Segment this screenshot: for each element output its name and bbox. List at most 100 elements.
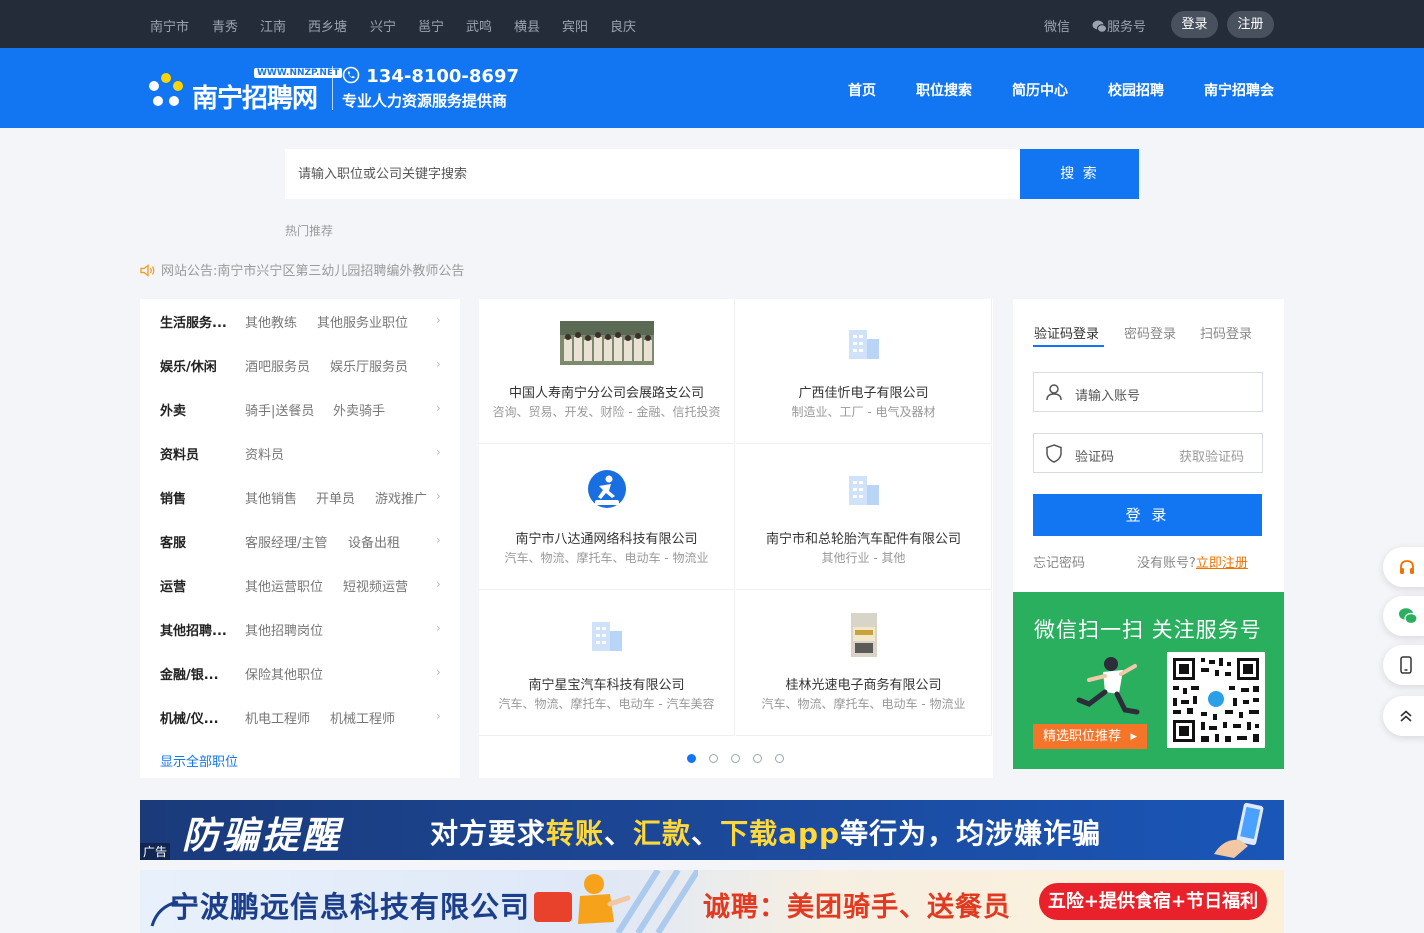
show-all-jobs-link[interactable]: 显示全部职位 <box>160 751 238 770</box>
category-sub-link[interactable]: 机电工程师 <box>245 708 310 727</box>
company-card[interactable]: 南宁市和总轮胎汽车配件有限公司 其他行业 - 其他 <box>736 445 992 590</box>
category-sub-link[interactable]: 其他招聘岗位 <box>245 620 323 639</box>
company-name[interactable]: 中国人寿南宁分公司会展路支公司 <box>479 382 734 401</box>
recruitment-ad-banner[interactable]: 宁波鹏远信息科技有限公司 诚聘：美团骑手、送餐员 五险+提供食宿+节日福利 <box>140 870 1284 933</box>
logo-url: WWW.NNZP.NET <box>254 68 343 78</box>
featured-companies-panel: 中国人寿南宁分公司会展路支公司 咨询、贸易、开发、财险 - 金融、信托投资 广西… <box>479 299 993 778</box>
submit-login-button[interactable]: 登 录 <box>1033 494 1262 536</box>
category-title[interactable]: 娱乐/休闲 <box>160 356 217 375</box>
category-sub-link[interactable]: 其他服务业职位 <box>317 312 408 331</box>
company-card[interactable]: 桂林光速电子商务有限公司 汽车、物流、摩托车、电动车 - 物流业 <box>736 591 992 736</box>
featured-jobs-button[interactable]: 精选职位推荐 <box>1033 724 1148 749</box>
category-row[interactable]: 资料员 资料员 › <box>140 431 460 475</box>
category-row[interactable]: 外卖 骑手|送餐员 外卖骑手 › <box>140 387 460 431</box>
carousel-dot[interactable] <box>731 754 740 763</box>
get-code-button[interactable]: 获取验证码 <box>1179 446 1244 465</box>
category-sub-link[interactable]: 娱乐厅服务员 <box>330 356 408 375</box>
forgot-password-link[interactable]: 忘记密码 <box>1033 552 1085 571</box>
register-button[interactable]: 注册 <box>1227 11 1274 38</box>
carousel-dot[interactable] <box>687 754 696 763</box>
tab-code-login[interactable]: 验证码登录 <box>1034 323 1099 342</box>
category-sub-link[interactable]: 客服经理/主管 <box>245 532 327 551</box>
company-card[interactable]: 南宁星宝汽车科技有限公司 汽车、物流、摩托车、电动车 - 汽车美容 <box>479 591 735 736</box>
category-title[interactable]: 机械/仪... <box>160 708 219 727</box>
site-notice[interactable]: 网站公告:南宁市兴宁区第三幼儿园招聘编外教师公告 <box>140 260 464 279</box>
category-title[interactable]: 客服 <box>160 532 186 551</box>
category-row[interactable]: 销售 其他销售 开单员 游戏推广 › <box>140 475 460 519</box>
carousel-dot[interactable] <box>753 754 762 763</box>
building-icon <box>848 330 879 359</box>
category-sub-link[interactable]: 短视频运营 <box>343 576 408 595</box>
category-sub-link[interactable]: 其他教练 <box>245 312 297 331</box>
nav-resume-center[interactable]: 简历中心 <box>1012 80 1068 100</box>
register-now-link[interactable]: 立即注册 <box>1196 556 1248 571</box>
category-title[interactable]: 销售 <box>160 488 186 507</box>
category-title[interactable]: 外卖 <box>160 400 186 419</box>
category-sub-link[interactable]: 骑手|送餐员 <box>245 400 314 419</box>
city-link[interactable]: 兴宁 <box>370 16 396 35</box>
account-field[interactable]: 请输入账号 <box>1033 372 1263 412</box>
category-sub-link[interactable]: 机械工程师 <box>330 708 395 727</box>
city-link[interactable]: 南宁市 <box>150 16 189 35</box>
category-sub-link[interactable]: 保险其他职位 <box>245 664 323 683</box>
company-name[interactable]: 南宁市八达通网络科技有限公司 <box>479 528 734 547</box>
category-sub-link[interactable]: 资料员 <box>245 444 284 463</box>
company-card[interactable]: 广西佳忻电子有限公司 制造业、工厂 - 电气及器材 <box>736 299 992 444</box>
category-sub-link[interactable]: 其他运营职位 <box>245 576 323 595</box>
carousel-dot[interactable] <box>709 754 718 763</box>
company-name[interactable]: 南宁星宝汽车科技有限公司 <box>479 674 734 693</box>
company-name[interactable]: 桂林光速电子商务有限公司 <box>736 674 991 693</box>
mobile-side-button[interactable] <box>1383 645 1424 685</box>
city-link[interactable]: 江南 <box>260 16 286 35</box>
category-title[interactable]: 资料员 <box>160 444 199 463</box>
login-button[interactable]: 登录 <box>1171 11 1218 38</box>
category-title[interactable]: 金融/银... <box>160 664 219 683</box>
category-sub-link[interactable]: 其他销售 <box>245 488 297 507</box>
wechat-side-button[interactable] <box>1383 596 1424 636</box>
company-name[interactable]: 广西佳忻电子有限公司 <box>736 382 991 401</box>
category-sub-link[interactable]: 开单员 <box>316 488 355 507</box>
category-sub-link[interactable]: 外卖骑手 <box>333 400 385 419</box>
nav-home[interactable]: 首页 <box>848 80 876 100</box>
category-title[interactable]: 生活服务... <box>160 312 227 331</box>
nav-job-search[interactable]: 职位搜索 <box>916 80 972 100</box>
category-title[interactable]: 其他招聘... <box>160 620 227 639</box>
category-row[interactable]: 其他招聘... 其他招聘岗位 › <box>140 607 460 651</box>
city-link[interactable]: 武鸣 <box>466 16 492 35</box>
city-link[interactable]: 青秀 <box>212 16 238 35</box>
search-button[interactable]: 搜 索 <box>1020 149 1139 199</box>
search-input[interactable]: 请输入职位或公司关键字搜索 <box>285 149 1020 199</box>
carousel-dot[interactable] <box>775 754 784 763</box>
wechat-link[interactable]: 微信 <box>1044 16 1070 35</box>
tab-password-login[interactable]: 密码登录 <box>1124 323 1176 342</box>
anti-fraud-ad-banner[interactable]: 防骗提醒 对方要求转账、汇款、下载app等行为，均涉嫌诈骗 广告 <box>140 800 1284 860</box>
company-card[interactable]: 中国人寿南宁分公司会展路支公司 咨询、贸易、开发、财险 - 金融、信托投资 <box>479 299 735 444</box>
customer-service-button[interactable] <box>1383 547 1424 587</box>
tab-qr-login[interactable]: 扫码登录 <box>1200 323 1252 342</box>
city-link[interactable]: 西乡塘 <box>308 16 347 35</box>
nav-campus[interactable]: 校园招聘 <box>1108 80 1164 100</box>
company-name[interactable]: 南宁市和总轮胎汽车配件有限公司 <box>736 528 991 547</box>
wechat-follow-banner[interactable]: 微信扫一扫 关注服务号 精选职位推荐 <box>1013 592 1284 769</box>
category-row[interactable]: 机械/仪... 机电工程师 机械工程师 › <box>140 695 460 739</box>
category-row[interactable]: 生活服务... 其他教练 其他服务业职位 › <box>140 299 460 343</box>
category-sub-link[interactable]: 设备出租 <box>348 532 400 551</box>
city-link[interactable]: 良庆 <box>610 16 636 35</box>
category-sub-link[interactable]: 酒吧服务员 <box>245 356 310 375</box>
back-to-top-button[interactable] <box>1383 696 1424 736</box>
category-sub-link[interactable]: 游戏推广 <box>375 488 427 507</box>
hot-recommend-label: 热门推荐 <box>285 224 334 238</box>
category-title[interactable]: 运营 <box>160 576 186 595</box>
code-field[interactable]: 验证码 获取验证码 <box>1033 433 1263 473</box>
category-row[interactable]: 金融/银... 保险其他职位 › <box>140 651 460 695</box>
city-link[interactable]: 横县 <box>514 16 540 35</box>
nav-job-fair[interactable]: 南宁招聘会 <box>1204 80 1274 100</box>
city-link[interactable]: 宾阳 <box>562 16 588 35</box>
category-row[interactable]: 运营 其他运营职位 短视频运营 › <box>140 563 460 607</box>
service-account-link[interactable]: 服务号 <box>1092 16 1146 35</box>
city-link[interactable]: 邕宁 <box>418 16 444 35</box>
category-row[interactable]: 客服 客服经理/主管 设备出租 › <box>140 519 460 563</box>
category-row[interactable]: 娱乐/休闲 酒吧服务员 娱乐厅服务员 › <box>140 343 460 387</box>
site-logo[interactable]: WWW.NNZP.NET 南宁招聘网 <box>146 66 343 114</box>
company-card[interactable]: 南宁市八达通网络科技有限公司 汽车、物流、摩托车、电动车 - 物流业 <box>479 445 735 590</box>
